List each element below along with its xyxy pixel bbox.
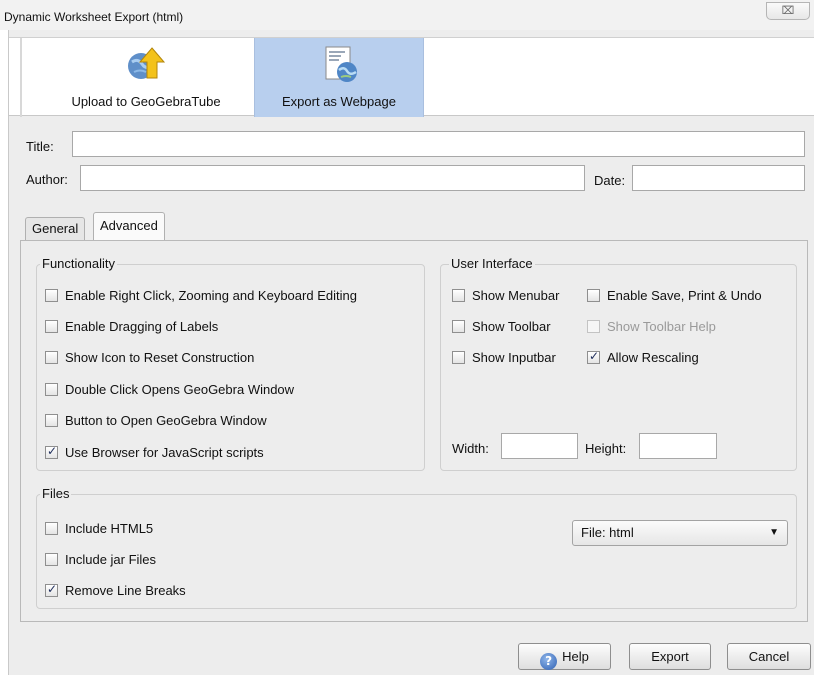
help-label: Help [562, 649, 589, 664]
export-label: Export as Webpage [282, 94, 396, 109]
webpage-document-icon [325, 46, 357, 82]
author-label: Author: [26, 172, 68, 187]
help-icon: ? [540, 653, 558, 670]
enable-dragging-labels-checkbox[interactable]: Enable Dragging of Labels [45, 319, 218, 334]
checkbox-label: Enable Dragging of Labels [65, 319, 219, 334]
date-label: Date: [594, 173, 626, 188]
show-menubar-checkbox[interactable]: Show Menubar [452, 288, 559, 303]
checkbox-label: Remove Line Breaks [65, 583, 186, 598]
checkbox-label: Enable Right Click, Zooming and Keyboard… [65, 288, 357, 303]
chevron-down-icon: ▼ [769, 527, 779, 538]
checkbox-icon [452, 289, 465, 302]
date-field[interactable] [632, 165, 805, 191]
checkbox-icon [452, 320, 465, 333]
export-toolbar: Upload to GeoGebraTube Export as Webpage [9, 37, 814, 117]
height-field[interactable] [639, 433, 717, 459]
remove-line-breaks-checkbox[interactable]: Remove Line Breaks [45, 582, 186, 598]
checkbox-icon [587, 289, 600, 302]
checkbox-icon [45, 553, 58, 566]
cancel-button[interactable]: Cancel [727, 643, 811, 670]
checkbox-icon [45, 320, 58, 333]
toolbar-grip [20, 38, 22, 117]
checkbox-label: Allow Rescaling [607, 350, 699, 365]
file-format-select[interactable]: File: html ▼ [572, 520, 788, 546]
checkbox-label: Show Toolbar [472, 319, 551, 334]
double-click-opens-checkbox[interactable]: Double Click Opens GeoGebra Window [45, 382, 294, 397]
button-open-window-checkbox[interactable]: Button to Open GeoGebra Window [45, 413, 267, 428]
close-icon[interactable]: ⌧ [766, 2, 810, 20]
export-button[interactable]: Export [629, 643, 711, 670]
enable-save-print-undo-checkbox[interactable]: Enable Save, Print & Undo [587, 288, 762, 303]
enable-right-click-checkbox[interactable]: Enable Right Click, Zooming and Keyboard… [45, 288, 357, 303]
show-inputbar-checkbox[interactable]: Show Inputbar [452, 350, 556, 365]
checkbox-icon [45, 414, 58, 427]
include-jar-files-checkbox[interactable]: Include jar Files [45, 552, 156, 567]
height-label: Height: [585, 441, 627, 456]
tab-advanced[interactable]: Advanced [93, 212, 165, 242]
allow-rescaling-checkbox[interactable]: Allow Rescaling [587, 349, 699, 365]
checkbox-label: Include HTML5 [65, 521, 154, 536]
upload-globe-icon [128, 47, 166, 79]
checkbox-icon [587, 320, 600, 333]
title-field[interactable] [72, 131, 805, 157]
show-toolbar-checkbox[interactable]: Show Toolbar [452, 319, 551, 334]
files-title: Files [40, 486, 72, 501]
upload-geogebratube-button[interactable]: Upload to GeoGebraTube [42, 38, 250, 117]
checkbox-label: Show Menubar [472, 288, 560, 303]
checkbox-label: Button to Open GeoGebra Window [65, 413, 267, 428]
checkbox-icon [452, 351, 465, 364]
show-toolbar-help-checkbox[interactable]: Show Toolbar Help [587, 319, 716, 334]
window-titlebar: Dynamic Worksheet Export (html) ⌧ [0, 0, 814, 30]
checkbox-checked-icon [45, 582, 58, 597]
window-title: Dynamic Worksheet Export (html) [4, 10, 184, 24]
checkbox-icon [45, 289, 58, 302]
file-format-value: File: html [581, 525, 634, 540]
export-webpage-button[interactable]: Export as Webpage [254, 38, 424, 117]
checkbox-label: Show Icon to Reset Construction [65, 350, 255, 365]
width-field[interactable] [501, 433, 578, 459]
checkbox-label: Double Click Opens GeoGebra Window [65, 382, 295, 397]
checkbox-icon [45, 383, 58, 396]
checkbox-label: Show Toolbar Help [607, 319, 716, 334]
checkbox-label: Show Inputbar [472, 350, 556, 365]
checkbox-checked-icon [45, 444, 58, 459]
title-label: Title: [26, 139, 54, 154]
author-field[interactable] [80, 165, 585, 191]
checkbox-label: Use Browser for JavaScript scripts [65, 445, 264, 460]
show-reset-icon-checkbox[interactable]: Show Icon to Reset Construction [45, 350, 254, 365]
user-interface-title: User Interface [449, 256, 535, 271]
width-label: Width: [452, 441, 489, 456]
include-html5-checkbox[interactable]: Include HTML5 [45, 521, 153, 536]
checkbox-icon [45, 522, 58, 535]
checkbox-checked-icon [587, 349, 600, 364]
upload-label: Upload to GeoGebraTube [71, 94, 221, 109]
functionality-title: Functionality [40, 256, 117, 271]
tab-general[interactable]: General [25, 217, 86, 241]
checkbox-icon [45, 351, 58, 364]
use-browser-javascript-checkbox[interactable]: Use Browser for JavaScript scripts [45, 444, 264, 460]
checkbox-label: Enable Save, Print & Undo [607, 288, 762, 303]
checkbox-label: Include jar Files [65, 552, 157, 567]
help-button[interactable]: ? Help [518, 643, 611, 670]
